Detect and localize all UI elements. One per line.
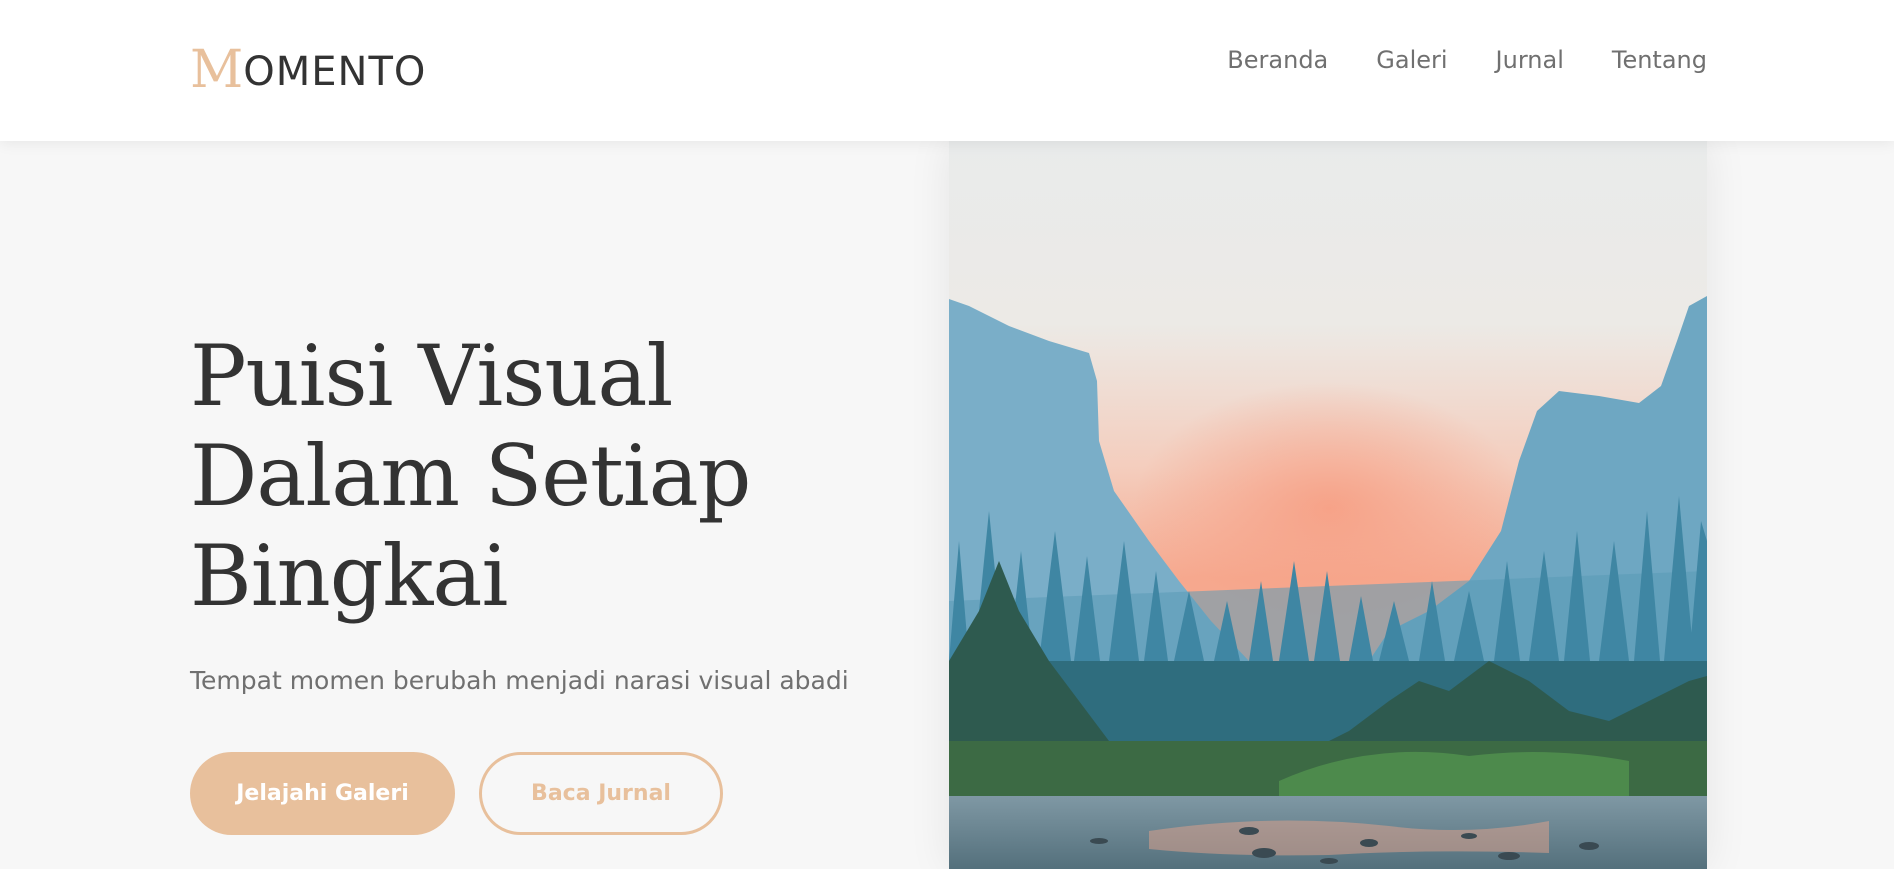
nav-link-beranda[interactable]: Beranda <box>1227 46 1328 74</box>
hero-subtitle: Tempat momen berubah menjadi narasi visu… <box>190 666 849 695</box>
nav-link-jurnal[interactable]: Jurnal <box>1496 46 1564 74</box>
hero-title-line: Bingkai <box>190 527 508 625</box>
read-journal-button[interactable]: Baca Jurnal <box>479 752 723 835</box>
hero-title-line: Dalam Setiap <box>190 427 751 525</box>
explore-gallery-button[interactable]: Jelajahi Galeri <box>190 752 455 835</box>
nav-link-tentang[interactable]: Tentang <box>1612 46 1707 74</box>
hero-image <box>949 141 1707 869</box>
nav-link-galeri[interactable]: Galeri <box>1376 46 1447 74</box>
logo[interactable]: M OMENTO <box>190 36 426 96</box>
logo-text: OMENTO <box>243 49 427 95</box>
logo-initial: M <box>190 40 244 100</box>
site-header: M OMENTO Beranda Galeri Jurnal Tentang <box>0 0 1894 141</box>
hero-title-line: Puisi Visual <box>190 327 673 425</box>
landscape-photo <box>949 141 1707 869</box>
hero-title: Puisi Visual Dalam Setiap Bingkai <box>190 326 810 626</box>
main-nav: Beranda Galeri Jurnal Tentang <box>1227 46 1707 74</box>
